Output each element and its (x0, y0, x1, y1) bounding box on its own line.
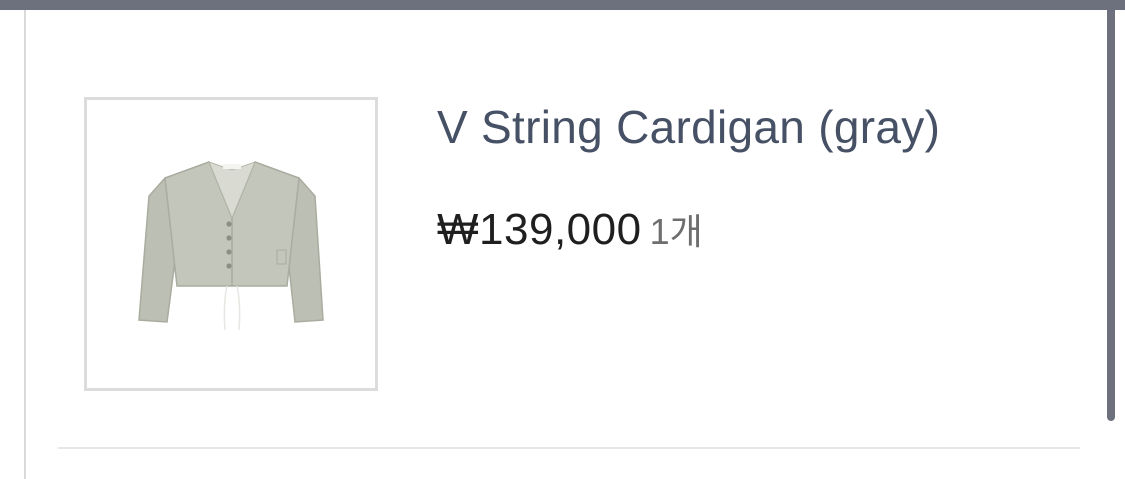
product-price: ₩139,000 (437, 205, 642, 254)
product-quantity: 1개 (649, 211, 703, 252)
scrollbar-thumb[interactable] (1107, 0, 1115, 421)
product-thumbnail[interactable] (84, 97, 378, 391)
product-name[interactable]: V String Cardigan (gray) (437, 100, 940, 154)
top-divider-bar (0, 0, 1125, 10)
cart-panel: V String Cardigan (gray) ₩139,000 1개 (0, 0, 1125, 479)
cart-item[interactable]: V String Cardigan (gray) ₩139,000 1개 (26, 10, 1106, 479)
price-line: ₩139,000 1개 (437, 203, 703, 255)
cardigan-icon (138, 161, 324, 331)
item-divider (58, 447, 1080, 449)
